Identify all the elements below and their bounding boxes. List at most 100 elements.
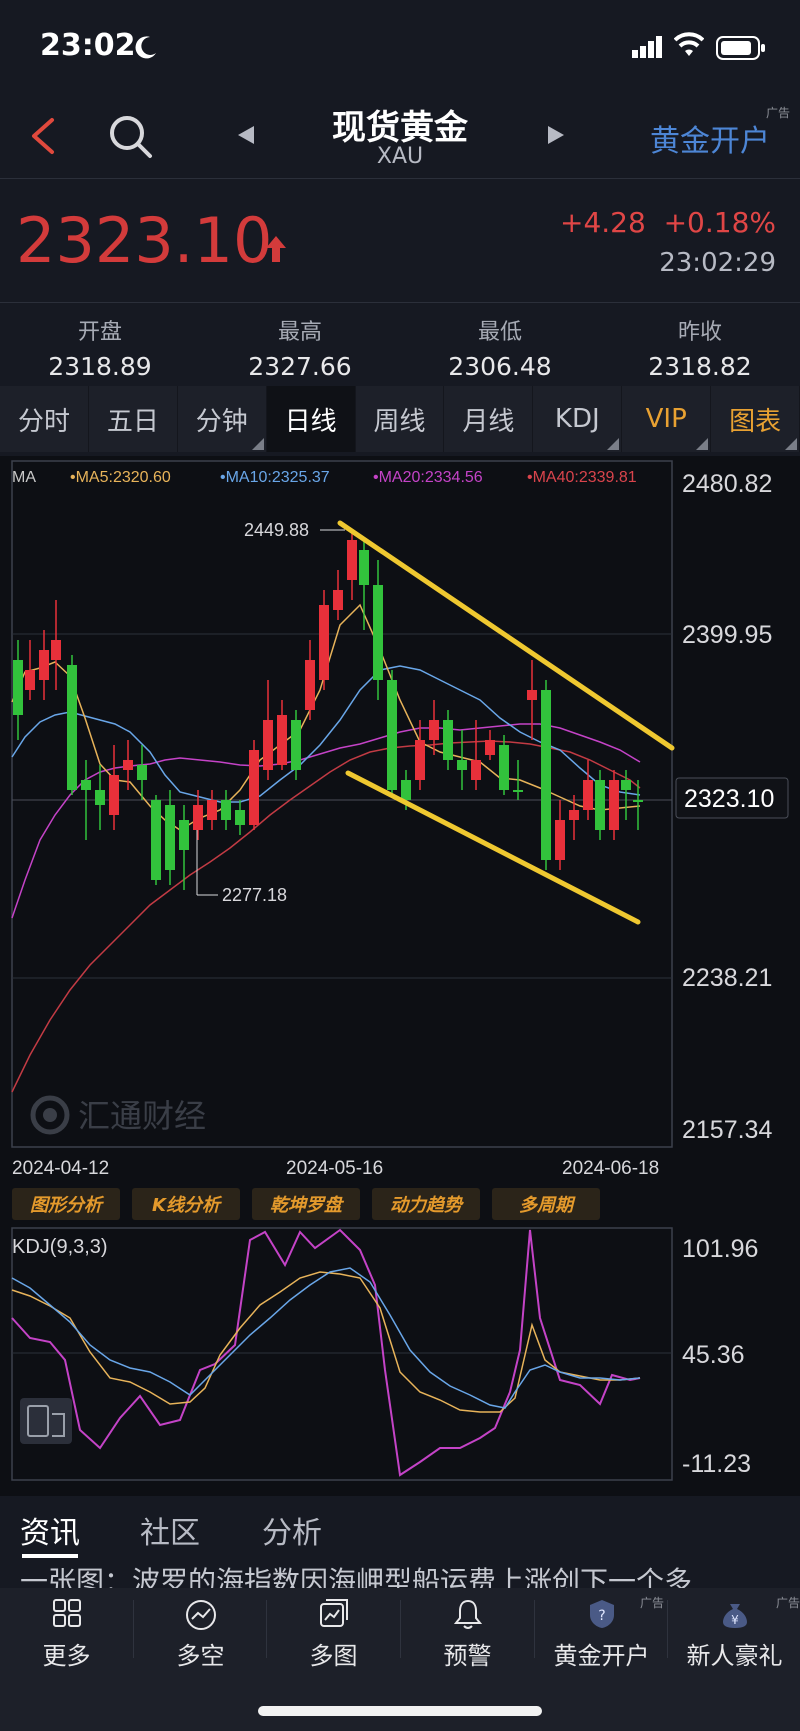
quote-time: 23:02:29 xyxy=(659,248,776,278)
charts-svg: MA •MA5:2320.60 •MA10:2325.37 •MA20:2334… xyxy=(11,460,789,1481)
candle-up xyxy=(305,660,315,710)
tab-minute[interactable]: 分钟 xyxy=(178,386,267,452)
candle-up xyxy=(583,780,593,810)
active-tab-underline xyxy=(22,1554,78,1558)
header-divider xyxy=(0,178,800,179)
ad-tag: 广告 xyxy=(776,1596,800,1610)
kdj-label: KDJ(9,3,3) xyxy=(12,1236,108,1258)
tab-intraday[interactable]: 分时 xyxy=(0,386,89,452)
tab-monthly[interactable]: 月线 xyxy=(444,386,534,452)
news-tabs: 资讯 社区 分析 xyxy=(0,1496,800,1562)
price-divider xyxy=(0,302,800,303)
y-tick-current-price: 2323.10 xyxy=(684,785,774,813)
x-tick-label: 2024-06-18 xyxy=(562,1158,659,1179)
candle-down xyxy=(401,780,411,800)
nav-long-short[interactable]: 多空 xyxy=(134,1588,267,1670)
candle-down xyxy=(151,800,161,880)
tab-kdj[interactable]: KDJ xyxy=(533,386,623,452)
candle-up xyxy=(347,540,357,580)
trend-line-lower xyxy=(345,770,641,925)
price-change-percent: +0.18% xyxy=(663,206,776,239)
candle-up xyxy=(471,760,481,780)
grid-icon xyxy=(52,1599,81,1627)
candle-down xyxy=(67,665,77,790)
tool-compass[interactable]: 乾坤罗盘 xyxy=(252,1188,360,1220)
tab-weekly[interactable]: 周线 xyxy=(356,386,445,452)
moon-icon xyxy=(135,36,156,59)
y-tick-label: 2157.34 xyxy=(682,1116,772,1144)
gold-shield-icon: ? xyxy=(589,1600,614,1628)
tool-momentum-trend[interactable]: 动力趋势 xyxy=(372,1188,480,1220)
ma-legend-ma5: •MA5:2320.60 xyxy=(70,469,171,486)
candle-up xyxy=(555,820,565,860)
candle-up xyxy=(123,760,133,770)
ad-tag: 广告 xyxy=(640,1596,665,1610)
open-account-link[interactable]: 黄金开户 xyxy=(650,116,770,160)
battery-icon xyxy=(716,36,765,60)
tab-five-day[interactable]: 五日 xyxy=(89,386,178,452)
candle-down xyxy=(621,780,631,790)
signal-icon xyxy=(632,36,662,58)
tab-community[interactable]: 社区 xyxy=(140,1508,200,1552)
x-tick-label: 2024-04-12 xyxy=(12,1158,109,1179)
x-tick-label: 2024-05-16 xyxy=(286,1158,383,1179)
candle-down xyxy=(81,780,91,790)
status-time: 23:02 xyxy=(40,28,136,63)
candle-down xyxy=(387,680,397,790)
up-arrow-icon xyxy=(266,236,286,262)
candle-up xyxy=(527,690,537,700)
candle-down xyxy=(443,720,453,760)
kdj-y-tick: -11.23 xyxy=(682,1450,751,1478)
dropdown-corner-icon xyxy=(696,438,709,450)
candle-up xyxy=(263,720,273,770)
status-bar: 23:02 xyxy=(0,0,800,96)
watermark-logo-icon xyxy=(43,1108,57,1122)
nav-more[interactable]: 更多 xyxy=(0,1588,133,1670)
chart-area: MA •MA5:2320.60 •MA10:2325.37 •MA20:2334… xyxy=(0,456,800,1496)
tool-multi-period[interactable]: 多周期 xyxy=(492,1188,600,1220)
nav-alert[interactable]: 预警 xyxy=(401,1588,534,1670)
candle-up xyxy=(415,740,425,780)
candle-down xyxy=(137,765,147,780)
candle-down xyxy=(235,810,245,825)
candle-down xyxy=(541,690,551,860)
candle-down xyxy=(359,550,369,585)
y-tick-label: 2480.82 xyxy=(682,470,772,498)
tab-analysis[interactable]: 分析 xyxy=(262,1508,322,1552)
price-block: 2323.10 +4.28 +0.18% 23:02:29 xyxy=(0,180,800,302)
nav-multi-chart[interactable]: 多图 xyxy=(267,1588,400,1670)
tool-kline-analysis[interactable]: K线分析 xyxy=(132,1188,240,1220)
tab-vip[interactable]: VIP xyxy=(622,386,712,452)
news-headline[interactable]: 一张图：波罗的海指数因海岬型船运费上涨创下一个多 xyxy=(20,1560,800,1590)
multi-chart-icon xyxy=(319,1599,348,1627)
last-price: 2323.10 xyxy=(16,204,273,277)
kdj-chart-frame xyxy=(11,1227,673,1481)
candle-up xyxy=(485,740,495,755)
ohlc-prev-close: 昨收 2318.82 xyxy=(648,320,752,381)
candle-up xyxy=(109,775,119,815)
ohlc-low: 最低 2306.48 xyxy=(448,320,552,381)
trend-circle-icon xyxy=(185,1600,216,1630)
period-tabs: 分时 五日 分钟 日线 周线 月线 KDJ VIP 图表 xyxy=(0,386,800,452)
home-indicator xyxy=(258,1706,542,1716)
candle-down xyxy=(457,760,467,770)
low-annotation: 2277.18 xyxy=(222,885,287,905)
tool-graphic-analysis[interactable]: 图形分析 xyxy=(12,1188,120,1220)
tab-news[interactable]: 资讯 xyxy=(20,1508,80,1552)
tab-chart-settings[interactable]: 图表 xyxy=(711,386,800,452)
candle-up xyxy=(333,590,343,610)
header: 现货黄金 XAU 黄金开户 广告 xyxy=(0,96,800,178)
dropdown-corner-icon xyxy=(785,438,798,450)
ma-legend-ma20: •MA20:2334.56 xyxy=(373,469,483,486)
candle-up xyxy=(319,605,329,680)
y-tick-label: 2238.21 xyxy=(682,964,772,992)
bell-icon xyxy=(453,1599,482,1629)
dropdown-corner-icon xyxy=(251,438,264,450)
candle-up xyxy=(277,715,287,765)
candle-up xyxy=(249,750,259,825)
tab-daily[interactable]: 日线 xyxy=(266,386,356,452)
ohlc-stats: 开盘 2318.89 最高 2327.66 最低 2306.48 昨收 2318… xyxy=(0,306,800,382)
candle-up xyxy=(207,800,217,820)
next-instrument-icon[interactable] xyxy=(546,124,566,146)
y-tick-label: 2399.95 xyxy=(682,621,772,649)
